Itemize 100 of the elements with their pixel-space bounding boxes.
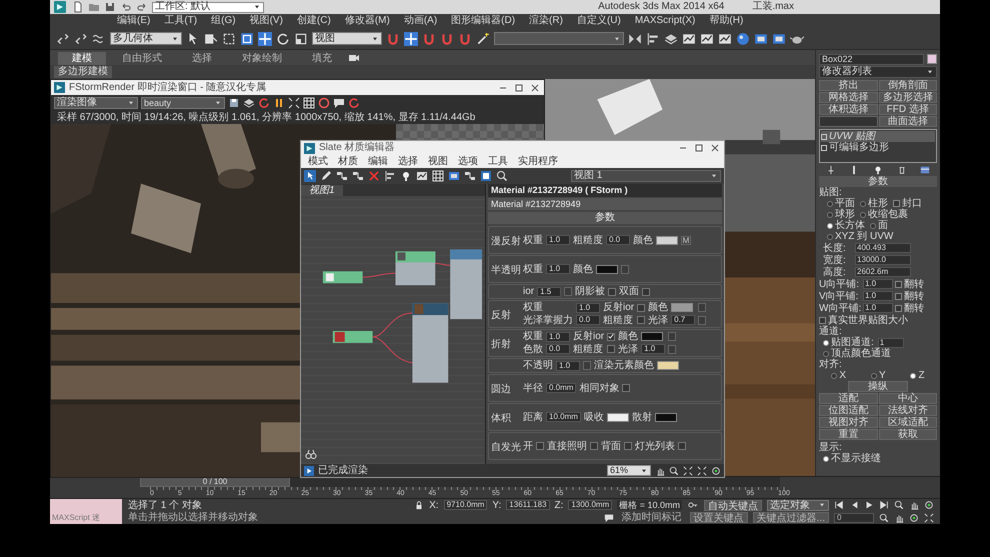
color-swatch[interactable] xyxy=(596,264,618,274)
delete-icon[interactable] xyxy=(896,164,907,174)
number-field[interactable]: 13000.0 xyxy=(855,255,911,265)
view-tab[interactable]: 视图1 xyxy=(301,185,343,196)
radio-button[interactable]: 平面 xyxy=(827,198,855,209)
material-sphere-icon[interactable] xyxy=(736,32,750,46)
coordinate-field[interactable]: 9710.0mm xyxy=(444,500,488,510)
scale-icon[interactable] xyxy=(294,32,308,46)
menu-item[interactable]: 选择 xyxy=(393,156,423,168)
fit-icon[interactable] xyxy=(288,97,300,109)
time-slider-thumb[interactable]: 0 / 100 xyxy=(140,477,290,487)
radio-button[interactable]: 柱形 xyxy=(860,198,888,209)
radio-button[interactable]: Y xyxy=(870,370,886,381)
bulb-icon[interactable] xyxy=(400,170,412,182)
camera-icon[interactable] xyxy=(348,52,360,64)
ribbon-tab[interactable]: 选择 xyxy=(178,52,226,65)
align-icon[interactable] xyxy=(646,32,660,46)
menu-item[interactable]: 视图(V) xyxy=(242,15,290,27)
time-tag-button[interactable]: 添加时间标记 xyxy=(618,512,685,524)
lock-icon[interactable] xyxy=(414,500,424,510)
material-name-field[interactable]: Material #2132728949 xyxy=(488,198,722,210)
close-icon[interactable] xyxy=(709,142,721,154)
select-by-name-icon[interactable] xyxy=(204,32,218,46)
radio-button[interactable]: 贴图通道: xyxy=(823,337,874,348)
workspace-dropdown[interactable]: 工作区: 默认 xyxy=(152,2,264,12)
coordinate-field[interactable]: 13611.183 xyxy=(506,500,550,510)
rotate-icon[interactable] xyxy=(276,32,290,46)
spinner-field[interactable]: 1.0 xyxy=(546,264,570,274)
checkbox[interactable] xyxy=(536,442,544,450)
material-node[interactable] xyxy=(412,303,448,383)
checkbox[interactable] xyxy=(624,442,632,450)
menu-item[interactable]: 视图 xyxy=(423,156,453,168)
checkbox[interactable]: 翻转 xyxy=(895,302,924,314)
link-icon[interactable] xyxy=(56,32,70,46)
binoculars-icon[interactable] xyxy=(305,448,317,460)
ribbon-tab[interactable]: 自由形式 xyxy=(108,52,176,65)
zoom-icon[interactable] xyxy=(894,500,904,510)
layers-icon[interactable] xyxy=(664,32,678,46)
checkbox[interactable] xyxy=(637,316,646,324)
panel-button[interactable]: 视图对齐 xyxy=(819,417,878,428)
caret-icon[interactable] xyxy=(253,3,261,11)
frame-field[interactable]: 0 xyxy=(834,512,874,523)
chat-icon[interactable] xyxy=(604,512,614,523)
nodes-icon[interactable] xyxy=(336,170,348,182)
spinner-field[interactable]: 0.0 xyxy=(576,315,600,326)
number-field[interactable]: 400.493 xyxy=(855,243,911,253)
panel-button[interactable]: 操纵 xyxy=(848,381,908,392)
key-icon[interactable] xyxy=(687,500,699,510)
orbit-icon[interactable] xyxy=(909,512,919,523)
menu-item[interactable]: 工具(T) xyxy=(157,15,204,27)
selection-rectangle-icon[interactable] xyxy=(222,32,236,46)
zoom-dropdown[interactable]: 61% xyxy=(607,465,651,476)
ribbon-tab[interactable]: 填充 xyxy=(298,52,346,65)
magnet-icon[interactable] xyxy=(440,32,454,46)
grid-icon[interactable] xyxy=(432,170,444,182)
menu-item[interactable]: 图形编辑器(D) xyxy=(444,15,522,27)
checkbox[interactable] xyxy=(607,345,616,354)
modifier-list-dropdown[interactable]: 修改器列表 xyxy=(819,66,937,78)
mirror-icon[interactable] xyxy=(628,32,642,46)
ribbon-tab[interactable]: 对象绘制 xyxy=(228,52,296,65)
checkbox[interactable] xyxy=(607,332,616,341)
redo-icon[interactable] xyxy=(136,1,148,13)
render-frame-icon[interactable] xyxy=(754,32,768,46)
time-slider-track[interactable]: 0 / 100 xyxy=(140,477,780,487)
channel-dropdown[interactable]: 渲染图像 xyxy=(54,97,138,109)
move-icon[interactable] xyxy=(404,32,418,46)
radio-button[interactable]: 长方体 xyxy=(827,220,865,231)
panel-button[interactable]: 挤出 xyxy=(819,80,878,91)
map-node[interactable] xyxy=(332,331,373,343)
menu-item[interactable]: 渲染(R) xyxy=(522,15,570,27)
spinner-field[interactable]: 10.0mm xyxy=(546,412,581,422)
zoom-icon[interactable] xyxy=(669,466,679,476)
menu-item[interactable]: 组(G) xyxy=(204,15,243,27)
panel-button[interactable]: 获取 xyxy=(878,429,937,440)
number-field[interactable]: 1.0 xyxy=(863,303,893,313)
checkbox[interactable] xyxy=(590,442,598,450)
view-dropdown[interactable]: 视图 1 xyxy=(571,170,721,182)
menu-item[interactable]: 自定义(U) xyxy=(570,15,628,27)
panel-button[interactable]: 倒角剖面 xyxy=(878,80,937,91)
spinner-field[interactable]: 1.0 xyxy=(576,302,600,313)
graph-window-icon[interactable] xyxy=(682,32,696,46)
fit-icon[interactable] xyxy=(924,512,934,523)
modifier-stack-item[interactable]: 可编辑多边形 xyxy=(821,142,935,153)
map-node[interactable] xyxy=(322,271,363,284)
radio-button[interactable]: X xyxy=(831,370,846,381)
checkbox[interactable] xyxy=(642,288,650,296)
orbit-icon[interactable] xyxy=(711,466,721,476)
set-key-button[interactable]: 设置关键点 xyxy=(690,512,748,524)
spinner-field[interactable]: 0.7 xyxy=(671,315,696,326)
pass-dropdown[interactable]: beauty xyxy=(141,97,225,109)
menu-item[interactable]: 动画(A) xyxy=(396,15,444,27)
object-name-field[interactable]: Box022 xyxy=(819,54,924,64)
save-icon[interactable] xyxy=(228,97,240,109)
node-graph-canvas[interactable] xyxy=(301,196,485,464)
number-field[interactable]: 1.0 xyxy=(863,279,893,289)
checkbox[interactable]: 真实世界贴图大小 xyxy=(819,314,937,326)
radio-button[interactable]: 面 xyxy=(870,220,888,231)
radio-button[interactable]: 顶点颜色通道 xyxy=(819,348,937,359)
spinner-field[interactable]: 0.0 xyxy=(606,235,630,245)
checkbox[interactable] xyxy=(622,384,630,392)
